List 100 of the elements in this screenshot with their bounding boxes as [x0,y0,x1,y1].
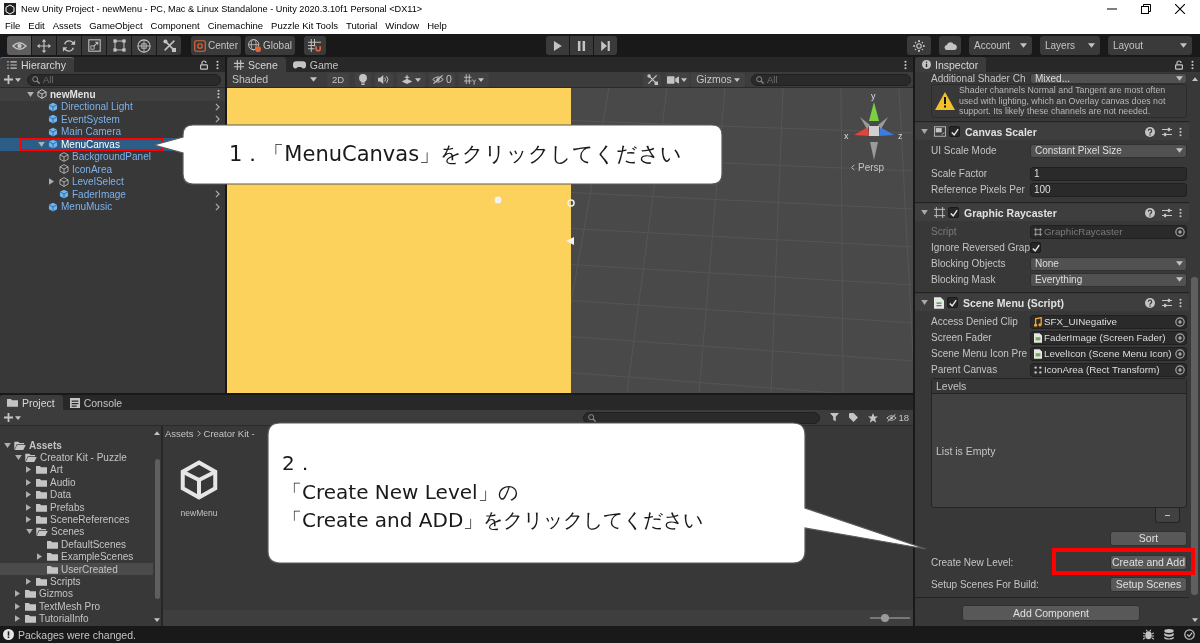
object-field[interactable]: FaderImage (Screen Fader) [1030,330,1187,345]
tool-button[interactable] [157,36,181,55]
menu-icon[interactable] [217,89,220,100]
menu-item[interactable]: Assets [52,20,82,31]
help-icon[interactable] [1145,297,1155,308]
mode-toggle-button[interactable]: 2D [327,72,349,87]
tool-button[interactable] [82,36,106,55]
search-field[interactable] [583,411,821,424]
foldout-icon[interactable] [26,529,33,535]
object-field[interactable]: LevelIcon (Scene Menu Icon) [1030,346,1187,361]
create-button[interactable] [4,410,21,425]
hierarchy-item[interactable]: BackgroundPanel [0,150,225,163]
orientation-gizmo[interactable] [854,102,894,160]
tool-button[interactable] [132,36,156,55]
sliders-icon[interactable] [1162,297,1172,308]
folder-item[interactable]: TextMesh Pro [0,600,153,613]
scroll-up-icon[interactable] [154,431,160,435]
menu-icon[interactable] [1179,207,1182,218]
foldout-icon[interactable] [26,466,31,474]
component-header[interactable]: Canvas Scaler [915,123,1189,140]
scrollbar-thumb[interactable] [1191,277,1198,595]
tool-button[interactable] [7,36,31,55]
gizmos-dropdown[interactable]: Gizmos [691,72,745,87]
step-button[interactable] [594,36,617,55]
foldout-icon[interactable] [37,553,42,561]
menu-item[interactable]: File [5,20,21,31]
camera-dropdown[interactable] [665,72,689,87]
menu-icon[interactable] [1191,59,1194,70]
lock-icon[interactable] [200,59,208,70]
object-field[interactable]: SFX_UINegative [1030,314,1187,329]
pivot-button[interactable]: Center [191,36,241,55]
folder-item[interactable]: TutorialInfo [0,612,153,625]
hierarchy-item[interactable]: Directional Light [0,100,225,113]
folder-item[interactable]: SceneReferences [0,513,153,526]
play-button[interactable] [546,36,569,55]
scene-header[interactable]: newMenu [0,88,225,101]
foldout-icon[interactable] [26,516,31,524]
menu-icon[interactable] [904,59,907,70]
object-field[interactable]: IconArea (Rect Transform) [1030,362,1187,377]
scroll-up-icon[interactable] [1191,77,1198,81]
chevron-right-icon[interactable] [215,202,220,211]
foldout-icon[interactable] [38,141,45,147]
check-circle-icon[interactable] [1184,629,1195,640]
text-field[interactable]: 1 [1030,166,1187,181]
foldout-icon[interactable] [921,129,928,134]
add-component-button[interactable]: Add Component [962,605,1140,621]
action-button[interactable]: Create and Add [1110,555,1187,570]
panel-tab[interactable]: Scene [227,57,286,72]
database-icon[interactable] [1164,629,1174,640]
folder-item[interactable]: Art [0,463,153,477]
restore-icon[interactable] [1141,3,1151,14]
dropdown[interactable]: Everything [1030,272,1187,287]
foldout-icon[interactable] [15,602,20,610]
tools-button[interactable] [643,72,661,87]
folder-item[interactable]: Prefabs [0,500,153,514]
sort-button[interactable]: Sort [1110,530,1187,546]
hierarchy-item[interactable]: FaderImage [0,188,225,201]
circle-marker[interactable] [567,199,575,207]
panel-tab[interactable]: Game [285,57,347,72]
foldout-icon[interactable] [26,503,31,511]
minimize-icon[interactable] [1107,7,1117,10]
menu-item[interactable]: Component [150,20,200,31]
dropdown[interactable]: Constant Pixel Size [1030,143,1187,158]
size-slider[interactable] [870,614,910,622]
folder-item[interactable]: Scenes [0,525,153,539]
folder-item[interactable]: Data [0,488,153,501]
tool-button[interactable] [57,36,81,55]
triangle-marker[interactable] [566,237,574,245]
folder-item[interactable]: Scripts [0,575,153,588]
hidden-packages-toggle[interactable]: 18 [886,412,909,423]
folder-item[interactable]: Gizmos [0,587,153,601]
sliders-icon[interactable] [1162,126,1172,137]
asset-item[interactable]: newMenu [173,460,225,518]
grid-dropdown[interactable] [459,72,489,87]
visibility-toggle[interactable]: 0 [429,72,455,87]
menu-item[interactable]: Cinemachine [207,20,264,31]
menu-item[interactable]: Puzzle Kit Tools [271,20,338,31]
chevron-right-icon[interactable] [215,115,220,124]
bug-icon[interactable] [1143,629,1154,640]
hierarchy-item[interactable]: LevelSelect [0,175,225,188]
target-icon[interactable] [1175,348,1185,359]
foldout-icon[interactable] [27,91,34,97]
checkbox[interactable] [1030,242,1041,253]
hierarchy-item[interactable]: Main Camera [0,125,225,138]
foldout-icon[interactable] [4,442,11,448]
panel-tab[interactable]: Console [62,395,131,410]
action-button[interactable]: Setup Scenes [1110,577,1187,592]
target-icon[interactable] [1175,364,1185,375]
menu-item[interactable]: Window [385,20,420,31]
menu-item[interactable]: Edit [28,20,45,31]
layout-dropdown[interactable]: Layout [1108,36,1192,55]
panel-tab[interactable]: Inspector [915,57,987,72]
slider-thumb[interactable] [881,614,890,622]
panel-tab[interactable]: Hierarchy [0,57,74,72]
dropdown[interactable]: None [1030,256,1187,271]
checkbox[interactable] [949,126,960,137]
projection-label[interactable]: Persp [858,162,885,173]
menu-item[interactable]: Help [427,20,447,31]
star-icon[interactable] [868,412,879,423]
menu-icon[interactable] [216,59,219,70]
